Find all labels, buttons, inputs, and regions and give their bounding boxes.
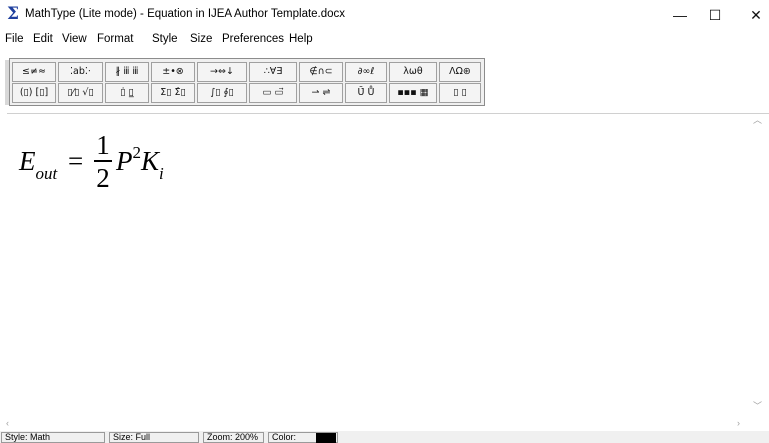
- equation[interactable]: Eout = 1 2 P2Ki: [19, 130, 164, 196]
- greek-lowercase-palette[interactable]: λωθ: [389, 62, 437, 82]
- menu-bar: File Edit View Format Style Size Prefere…: [0, 30, 769, 49]
- equation-lhs-variable: E: [19, 145, 36, 176]
- title-bar[interactable]: Σ MathType (Lite mode) - Equation in IJE…: [0, 0, 769, 30]
- status-style: Style: Math: [1, 432, 105, 443]
- menu-view[interactable]: View: [62, 33, 87, 45]
- status-zoom: Zoom: 200%: [203, 432, 264, 443]
- misc-symbols-palette[interactable]: ∂∞ℓ: [345, 62, 387, 82]
- fraction-denominator: 2: [96, 162, 110, 193]
- greek-uppercase-palette[interactable]: ΛΩ⊛: [439, 62, 481, 82]
- integral-palette[interactable]: ∫▯ ∮▯: [197, 83, 247, 103]
- menu-size[interactable]: Size: [190, 33, 212, 45]
- fence-templates-palette[interactable]: (▯) [▯]: [12, 83, 56, 103]
- menu-edit[interactable]: Edit: [33, 33, 53, 45]
- relational-symbols-palette[interactable]: ≤≠≈: [12, 62, 56, 82]
- fraction: 1 2: [93, 130, 112, 194]
- fraction-numerator: 1: [96, 130, 110, 160]
- status-bar: Style: Math Size: Full Zoom: 200% Color:: [0, 431, 769, 443]
- equals-sign: =: [67, 145, 84, 176]
- underbar-overbar-palette[interactable]: ▭ ▭⃗: [249, 83, 297, 103]
- set-theory-palette[interactable]: ∉∩⊂: [299, 62, 343, 82]
- scroll-left-icon[interactable]: ‹: [6, 418, 9, 428]
- operator-symbols-palette[interactable]: ±•⊗: [151, 62, 195, 82]
- window-title: MathType (Lite mode) - Equation in IJEA …: [25, 8, 346, 20]
- scroll-down-icon[interactable]: ﹀: [753, 399, 762, 412]
- embellishments-palette[interactable]: ∦ ⅲ ⅲ: [105, 62, 149, 82]
- menu-help[interactable]: Help: [289, 33, 313, 45]
- vertical-scrollbar[interactable]: ︿ ﹀: [750, 113, 767, 417]
- equation-superscript: 2: [132, 142, 141, 162]
- fraction-radical-palette[interactable]: ▯⁄▯ √▯: [58, 83, 103, 103]
- scroll-right-icon[interactable]: ›: [737, 418, 740, 428]
- products-set-palette[interactable]: Ū̇ Ů: [345, 83, 387, 103]
- menu-format[interactable]: Format: [97, 33, 133, 45]
- scroll-up-icon[interactable]: ︿: [753, 113, 762, 126]
- menu-preferences[interactable]: Preferences: [222, 33, 284, 45]
- spaces-ellipses-palette[interactable]: ⁚ab⁚⋅: [58, 62, 103, 82]
- close-button[interactable]: ✕: [733, 0, 769, 30]
- box-templates-palette[interactable]: ▯ ▯: [439, 83, 481, 103]
- equation-variable-p: P: [115, 145, 133, 176]
- equation-lhs-subscript: out: [35, 163, 58, 183]
- summation-palette[interactable]: Σ▯ Σ̂▯: [151, 83, 195, 103]
- status-size: Size: Full: [109, 432, 199, 443]
- horizontal-scrollbar[interactable]: ‹ ›: [0, 417, 769, 431]
- menu-file[interactable]: File: [5, 33, 24, 45]
- color-swatch: [316, 433, 336, 443]
- arrow-symbols-palette[interactable]: →⇔↓: [197, 62, 247, 82]
- menu-style[interactable]: Style: [152, 33, 178, 45]
- mathtype-sigma-icon: Σ: [7, 4, 20, 24]
- matrix-palette[interactable]: ▪▪▪ ▦: [389, 83, 437, 103]
- labeled-arrow-palette[interactable]: ⇀ ⇌: [299, 83, 343, 103]
- subscript-superscript-palette[interactable]: ▯̇ ▯̲: [105, 83, 149, 103]
- equation-subscript-i: i: [158, 163, 164, 183]
- symbol-toolbar: ≤≠≈ ⁚ab⁚⋅ ∦ ⅲ ⅲ ±•⊗ →⇔↓ ∴∀∃ ∉∩⊂ ∂∞ℓ λωθ …: [9, 58, 485, 106]
- equation-variable-k: K: [140, 145, 159, 176]
- maximize-button[interactable]: ☐: [692, 0, 738, 30]
- logical-symbols-palette[interactable]: ∴∀∃: [249, 62, 297, 82]
